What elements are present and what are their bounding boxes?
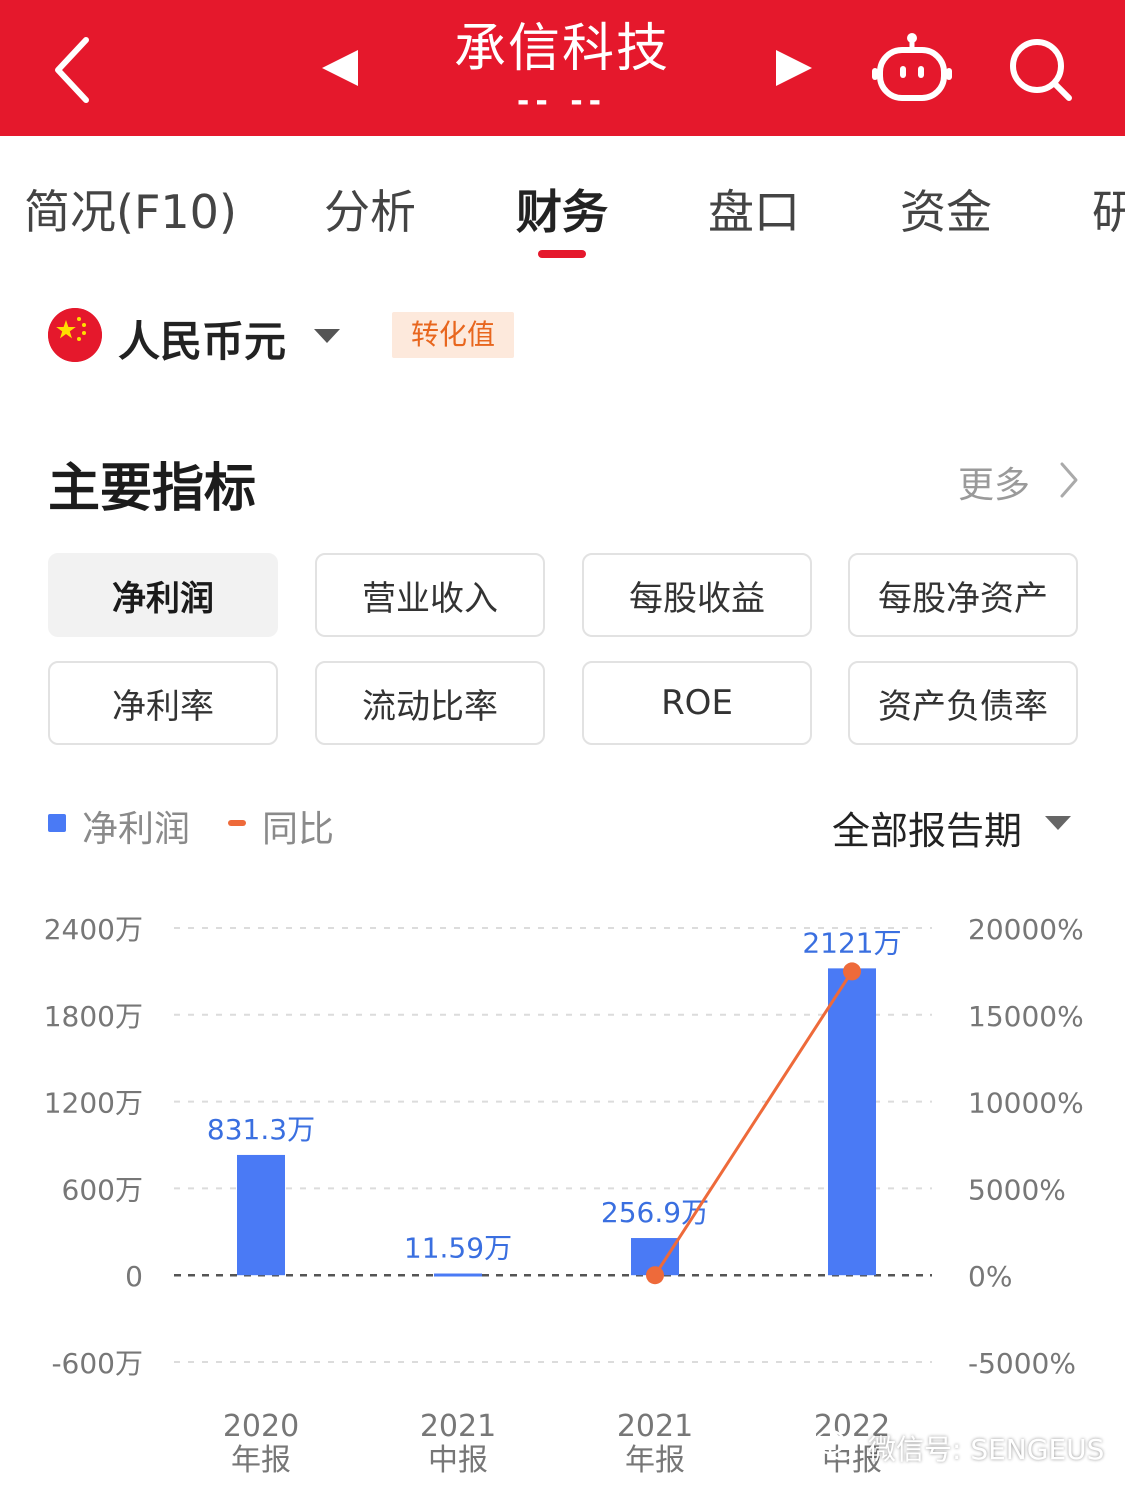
- y-right-tick-label: 20000%: [968, 913, 1084, 946]
- tab-finance[interactable]: 财务: [516, 176, 608, 242]
- more-link[interactable]: 更多: [958, 456, 1030, 508]
- y-left-tick-label: -600万: [51, 1347, 143, 1380]
- tab-capital[interactable]: 资金: [900, 176, 992, 242]
- tab-quote[interactable]: 盘口: [708, 176, 800, 242]
- y-left-tick-label: 0: [125, 1260, 143, 1293]
- x-tick-label-period: 年报: [625, 1443, 685, 1478]
- bar-data-label: 831.3万: [207, 1113, 315, 1146]
- legend-yoy: 同比: [262, 809, 335, 850]
- search-icon[interactable]: [1005, 34, 1077, 106]
- metric-current-ratio[interactable]: 流动比率: [315, 661, 545, 745]
- y-left-tick-label: 1800万: [44, 1000, 143, 1033]
- metric-eps[interactable]: 每股收益: [582, 553, 812, 637]
- metric-revenue[interactable]: 营业收入: [315, 553, 545, 637]
- tab-research[interactable]: 研: [1092, 176, 1125, 242]
- metric-roe[interactable]: ROE: [582, 661, 812, 745]
- bar-data-label: 11.59万: [404, 1232, 512, 1265]
- x-tick-label-period: 中报: [428, 1443, 488, 1478]
- tab-overview[interactable]: 简况(F10): [24, 176, 237, 242]
- y-right-tick-label: 5000%: [968, 1173, 1066, 1206]
- metric-net-margin[interactable]: 净利率: [48, 661, 278, 745]
- triangle-left-icon[interactable]: [318, 46, 362, 90]
- y-right-tick-label: 0%: [968, 1260, 1012, 1293]
- caret-down-icon[interactable]: [1044, 814, 1072, 832]
- metric-net-profit[interactable]: 净利润: [48, 553, 278, 637]
- bar-net-profit: [828, 968, 876, 1276]
- tab-analysis[interactable]: 分析: [324, 176, 416, 242]
- watermark-text: 微信号: SENGEUS: [868, 1433, 1105, 1466]
- x-tick-label-year: 2020: [223, 1409, 299, 1444]
- y-left-tick-label: 600万: [62, 1173, 143, 1206]
- metric-bvps[interactable]: 每股净资产: [848, 553, 1078, 637]
- period-selector[interactable]: 全部报告期: [832, 800, 1022, 855]
- x-tick-label-period: 年报: [231, 1443, 291, 1478]
- bar-net-profit: [434, 1273, 482, 1277]
- yoy-line: [653, 970, 854, 1277]
- x-tick-label-year: 2021: [420, 1409, 496, 1444]
- legend-bar-swatch: [48, 814, 66, 832]
- metric-debt-ratio[interactable]: 资产负债率: [848, 661, 1078, 745]
- y-right-tick-label: 10000%: [968, 1087, 1084, 1120]
- tab-active-indicator: [538, 250, 586, 258]
- stock-code: -- --: [516, 84, 608, 119]
- robot-icon[interactable]: [872, 32, 952, 104]
- chevron-right-icon[interactable]: [1058, 460, 1080, 500]
- stock-name: 承信科技: [453, 19, 670, 79]
- bar-data-label: 256.9万: [601, 1196, 709, 1229]
- tab-bar: 简况(F10) 分析 财务 盘口 资金 研: [0, 136, 1125, 266]
- caret-down-icon[interactable]: [312, 326, 342, 346]
- section-title: 主要指标: [48, 459, 257, 519]
- chevron-left-icon[interactable]: [40, 30, 100, 110]
- x-tick-label-year: 2021: [617, 1409, 693, 1444]
- yoy-point: [646, 1266, 664, 1285]
- app-header: 承信科技 -- --: [0, 0, 1125, 136]
- y-right-tick-label: 15000%: [968, 1000, 1084, 1033]
- convert-value-badge[interactable]: 转化值: [392, 312, 514, 358]
- legend-net-profit: 净利润: [82, 809, 191, 850]
- y-left-tick-label: 1200万: [44, 1087, 143, 1120]
- net-profit-chart: 2400万 1800万 1200万 600万 0 -600万 20000% 15000% 100…: [44, 913, 1084, 1478]
- y-left-tick-label: 2400万: [44, 913, 143, 946]
- y-right-tick-label: -5000%: [968, 1347, 1076, 1380]
- currency-selector[interactable]: 人民币元: [118, 308, 286, 369]
- bar-net-profit: [237, 1154, 285, 1276]
- legend-line-swatch: [228, 820, 246, 826]
- china-flag-icon: [48, 308, 102, 362]
- bar-data-label: 2121万: [802, 926, 901, 959]
- yoy-point: [843, 962, 861, 981]
- triangle-right-icon[interactable]: [772, 46, 816, 90]
